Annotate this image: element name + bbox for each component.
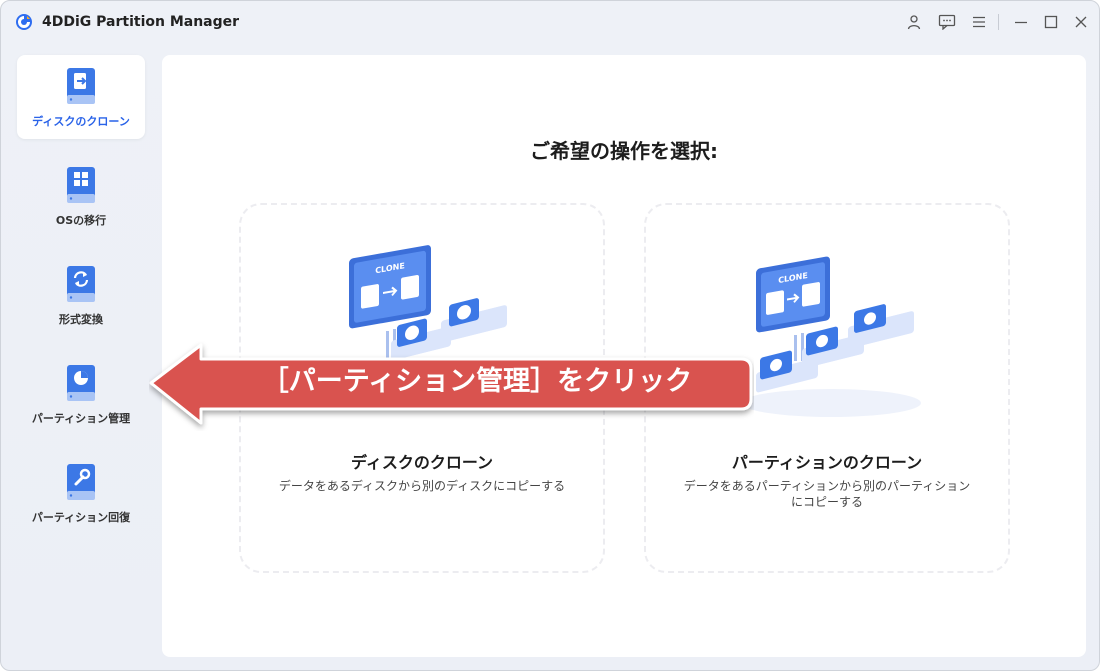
sidebar-item-label: 形式変換: [59, 313, 103, 326]
card-description: データをあるパーティションから別のパーティションにコピーする: [683, 479, 971, 509]
app-logo-icon: [16, 14, 32, 30]
app-title: 4DDiG Partition Manager: [42, 14, 240, 30]
sidebar-item-label: ディスクのクローン: [32, 115, 130, 128]
sidebar-item-format-convert[interactable]: 形式変換: [17, 253, 145, 337]
app-window: 4DDiG Partition Manager ディスクのクローン OSの移行 …: [0, 0, 1100, 671]
page-title: ご希望の操作を選択:: [530, 139, 718, 163]
sidebar-item-partition-recovery[interactable]: パーティション回復: [17, 451, 145, 535]
sidebar-item-partition-management[interactable]: パーティション管理: [17, 352, 145, 436]
disk-clone-icon: [67, 68, 95, 104]
user-icon[interactable]: [903, 11, 925, 33]
os-migration-icon: [67, 167, 95, 203]
minimize-icon[interactable]: [1010, 11, 1032, 33]
annotation-callout: ［パーティション管理］をクリック: [149, 339, 754, 431]
card-title: ディスクのクローン: [350, 453, 494, 472]
feedback-icon[interactable]: [936, 11, 958, 33]
callout-text: ［パーティション管理］をクリック: [261, 366, 693, 397]
sidebar-item-label: OSの移行: [55, 214, 107, 227]
sidebar-item-os-migration[interactable]: OSの移行: [17, 154, 145, 238]
partition-recovery-icon: [67, 464, 95, 500]
titlebar-divider: [998, 14, 999, 30]
sidebar-item-disk-clone[interactable]: ディスクのクローン: [17, 55, 145, 139]
title-bar: 4DDiG Partition Manager: [1, 1, 1099, 45]
close-icon[interactable]: [1070, 11, 1092, 33]
menu-icon[interactable]: [968, 11, 990, 33]
format-convert-icon: [67, 266, 95, 302]
sidebar: ディスクのクローン OSの移行 形式変換 パーティション管理 パーティション回復: [1, 45, 161, 670]
card-title: パーティションのクローン: [731, 453, 923, 472]
partition-management-icon: [67, 365, 95, 401]
maximize-icon[interactable]: [1040, 11, 1062, 33]
sidebar-item-label: パーティション回復: [31, 511, 131, 524]
sidebar-item-label: パーティション管理: [31, 412, 131, 425]
card-description: データをあるディスクから別のディスクにコピーする: [278, 479, 566, 493]
